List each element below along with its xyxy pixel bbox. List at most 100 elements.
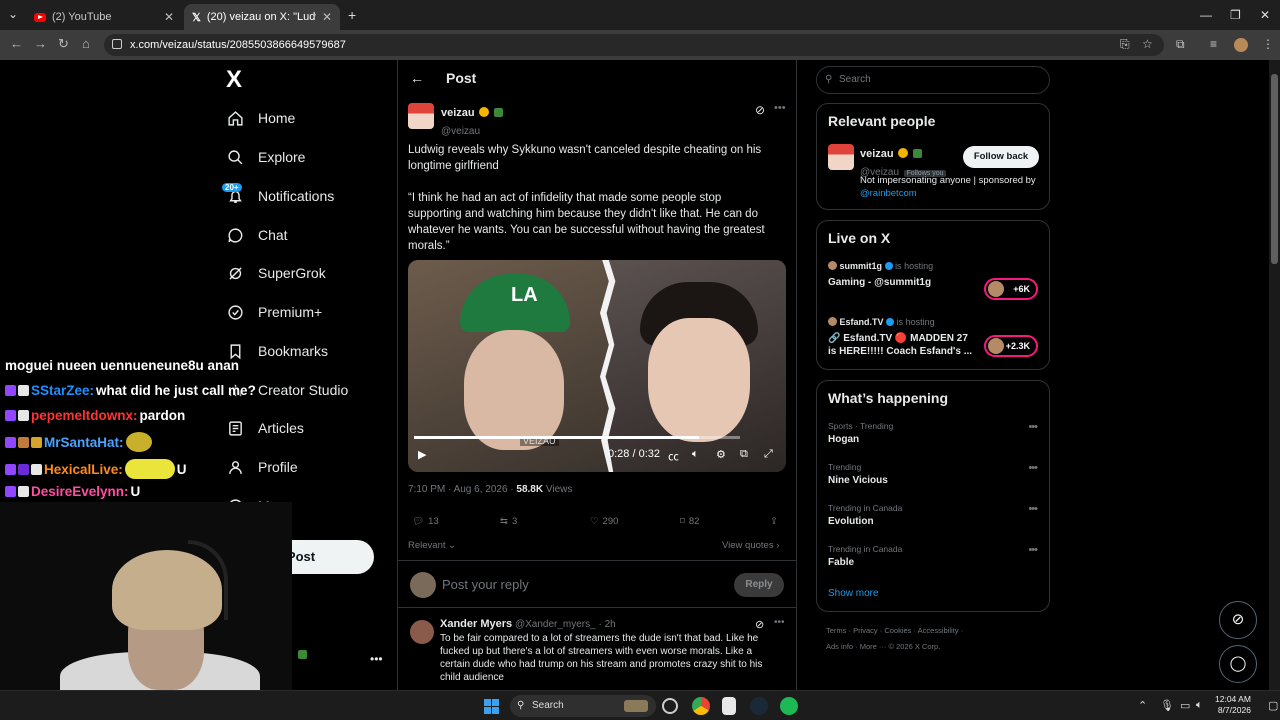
more-options-icon[interactable]: •••: [1028, 421, 1038, 433]
trend-item[interactable]: Trending Nine Vicious: [828, 462, 888, 486]
nav-supergrok[interactable]: SuperGrok: [226, 258, 326, 288]
nav-articles[interactable]: Articles: [226, 413, 304, 443]
more-options-icon[interactable]: •••: [1028, 544, 1038, 556]
system-clock[interactable]: 12:04 AM 8/7/2026: [1215, 694, 1251, 716]
reply-action[interactable]: 💬︎ 13: [412, 516, 439, 527]
menu-icon[interactable]: ⋮: [1262, 37, 1274, 51]
more-options-icon[interactable]: •••: [1028, 503, 1038, 515]
nav-premium[interactable]: Premium+: [226, 297, 322, 327]
bookmark-star-icon[interactable]: ☆: [1142, 37, 1153, 51]
volume-icon[interactable]: 🔈︎: [692, 448, 699, 461]
views-count: 58.8K: [516, 484, 544, 495]
extensions-icon[interactable]: ⧉: [1176, 37, 1185, 52]
nav-profile[interactable]: Profile: [226, 452, 298, 482]
back-arrow-icon[interactable]: ←: [410, 70, 424, 86]
live-listeners-pill[interactable]: +2.3K: [984, 335, 1038, 357]
commenter-name[interactable]: Xander Myers: [440, 618, 512, 630]
nav-home[interactable]: Home: [226, 103, 295, 133]
more-options-icon[interactable]: •••: [774, 102, 786, 114]
trend-item[interactable]: Sports · Trending Hogan: [828, 421, 893, 445]
post-video[interactable]: LA VEIZAU ▶ 0:28 / 0:32 ㏄ 🔈︎ ⚙ ⧉ ⤢: [408, 260, 786, 472]
video-progress-bar[interactable]: [414, 436, 740, 439]
files-icon[interactable]: [722, 697, 736, 715]
view-quotes-label: View quotes: [722, 540, 774, 551]
chrome-icon[interactable]: [692, 697, 710, 715]
grok-icon[interactable]: ⊘: [755, 618, 764, 631]
steam-icon[interactable]: [750, 697, 768, 715]
tab-x-post[interactable]: 𝕏 (20) veizau on X: "Ludwig re ✕: [184, 4, 340, 30]
nav-explore[interactable]: Explore: [226, 142, 305, 172]
site-info-icon[interactable]: [112, 39, 122, 49]
live-item-esfand[interactable]: Esfand.TV is hosting 🔗 Esfand.TV 🔴 MADDE…: [828, 317, 978, 358]
new-tab-icon[interactable]: +: [348, 7, 356, 23]
search-input[interactable]: ⚲ Search: [816, 66, 1050, 94]
forward-icon[interactable]: →: [34, 36, 47, 51]
show-more-link[interactable]: Show more: [828, 588, 879, 599]
like-action[interactable]: ♡ 290: [590, 516, 618, 527]
settings-icon[interactable]: ⚙: [716, 448, 726, 461]
more-options-icon[interactable]: •••: [774, 617, 785, 628]
taskbar-search[interactable]: ⚲ Search: [510, 695, 656, 717]
volume-icon[interactable]: 🔈︎: [1196, 699, 1203, 712]
footer-links[interactable]: Terms · Privacy · Cookies · Accessibilit…: [826, 626, 963, 635]
chat-fab-icon[interactable]: ◯: [1219, 645, 1257, 683]
profile-avatar-icon[interactable]: [1234, 38, 1248, 52]
task-view-icon[interactable]: [662, 698, 678, 714]
sort-dropdown[interactable]: Relevant ⌄: [408, 540, 456, 551]
bio-text: Not impersonating anyone | sponsored by: [860, 175, 1036, 186]
bookmark-action[interactable]: ⌑ 82: [680, 516, 699, 527]
network-icon[interactable]: ▭: [1180, 699, 1190, 712]
home-icon[interactable]: ⌂: [82, 36, 90, 51]
live-listeners-pill[interactable]: +6K: [984, 278, 1038, 300]
avatar[interactable]: [828, 144, 854, 170]
close-window-icon[interactable]: ✕: [1260, 8, 1270, 22]
maximize-icon[interactable]: ❐: [1230, 8, 1241, 22]
reload-icon[interactable]: ↻: [58, 36, 69, 52]
share-icon[interactable]: ⇪: [770, 516, 778, 527]
x-logo[interactable]: X: [226, 66, 242, 94]
play-icon[interactable]: ▶: [418, 448, 426, 461]
close-icon[interactable]: ✕: [322, 10, 332, 24]
fullscreen-icon[interactable]: ⤢: [764, 448, 773, 461]
windows-start-icon[interactable]: [484, 699, 499, 714]
microphone-icon[interactable]: 🎙︎: [1160, 699, 1174, 712]
post-author[interactable]: veizau @veizau: [441, 103, 503, 139]
nav-notifications[interactable]: 20+ Notifications: [222, 181, 334, 211]
grok-icon[interactable]: ⊘: [755, 103, 765, 117]
footer-links-2[interactable]: Ads info · More ··· © 2026 X Corp.: [826, 642, 940, 651]
reply-button[interactable]: Reply: [734, 573, 784, 597]
nav-bookmarks[interactable]: Bookmarks: [226, 336, 328, 366]
tab-search-icon[interactable]: ⌄: [8, 7, 18, 21]
scrollbar-thumb[interactable]: [1271, 74, 1278, 264]
captions-icon[interactable]: ㏄: [668, 448, 679, 464]
page-scrollbar[interactable]: [1269, 60, 1280, 690]
tray-overflow-icon[interactable]: ⌃: [1138, 699, 1147, 712]
live-item-summit1g[interactable]: summit1g is hosting Gaming - @summit1g: [828, 261, 978, 289]
tab-youtube[interactable]: (2) YouTube ✕: [26, 4, 182, 30]
follow-back-button[interactable]: Follow back: [963, 146, 1039, 168]
address-bar[interactable]: x.com/veizau/status/2085503866649579687: [104, 34, 1164, 56]
mute-badge-icon: [18, 486, 29, 497]
commenter-avatar[interactable]: [410, 620, 434, 644]
more-options-icon[interactable]: •••: [1028, 462, 1038, 474]
account-menu-icon[interactable]: •••: [370, 652, 383, 666]
pip-icon[interactable]: ⧉: [740, 448, 748, 461]
trend-item[interactable]: Trending in Canada Evolution: [828, 503, 902, 527]
notifications-icon[interactable]: ▢: [1268, 699, 1278, 712]
avatar[interactable]: [408, 103, 434, 129]
nav-chat[interactable]: Chat: [226, 220, 288, 250]
view-quotes-link[interactable]: View quotes ›: [722, 540, 779, 551]
repost-action[interactable]: ⇆ 3: [500, 516, 517, 527]
reply-input[interactable]: Post your reply: [442, 577, 529, 592]
install-app-icon[interactable]: ⎘: [1120, 37, 1130, 52]
spotify-icon[interactable]: [780, 697, 798, 715]
minimize-icon[interactable]: —: [1200, 8, 1212, 22]
nav-label: SuperGrok: [258, 265, 326, 281]
bio-link[interactable]: @rainbetcom: [860, 188, 917, 199]
nav-label: Profile: [258, 459, 298, 475]
trend-item[interactable]: Trending in Canada Fable: [828, 544, 902, 568]
back-icon[interactable]: ←: [10, 36, 23, 51]
grok-fab-icon[interactable]: ⊘: [1219, 601, 1257, 639]
close-icon[interactable]: ✕: [164, 10, 174, 24]
media-control-icon[interactable]: ≡: [1210, 37, 1217, 51]
